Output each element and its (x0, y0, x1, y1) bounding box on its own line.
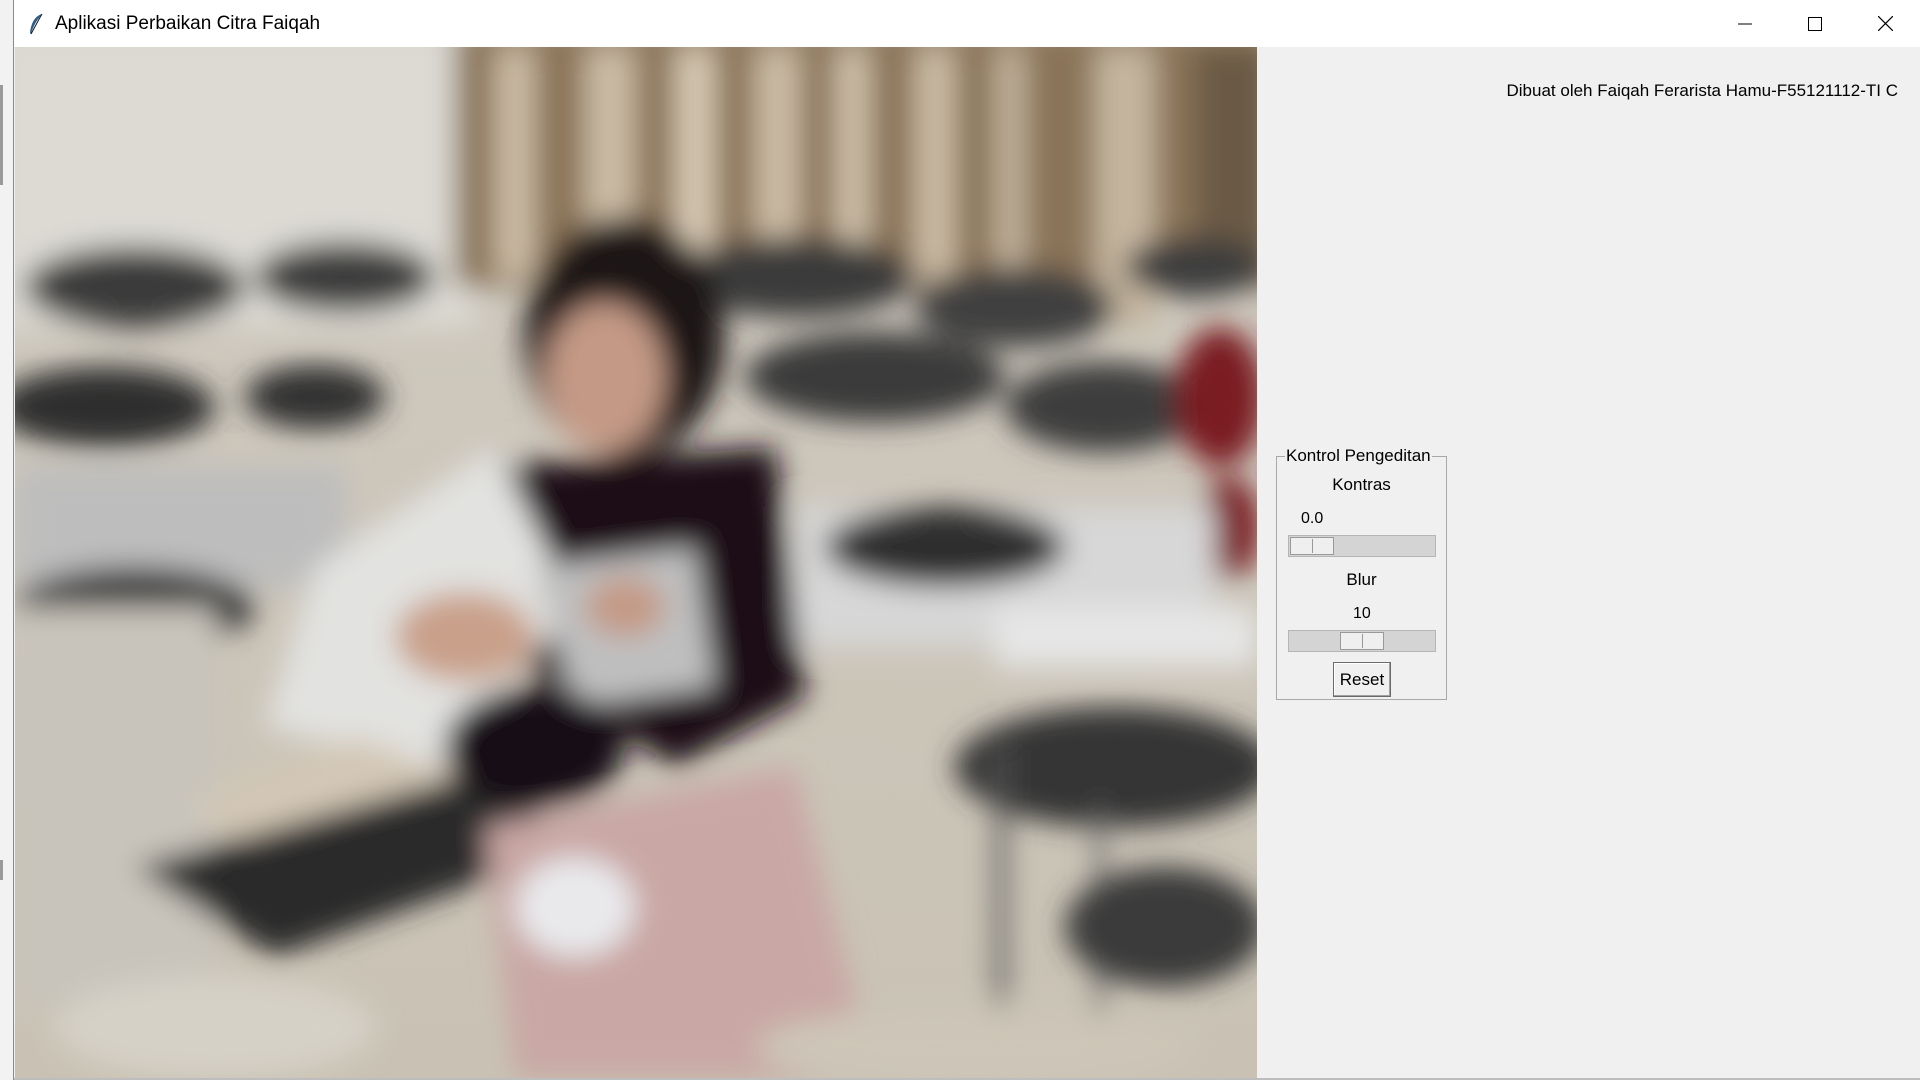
panel-legend: Kontrol Pengeditan (1285, 446, 1432, 466)
image-canvas (15, 47, 1257, 1078)
blur-slider-thumb[interactable] (1340, 632, 1384, 650)
maximize-icon (1808, 16, 1822, 31)
contrast-slider-thumb[interactable] (1290, 537, 1334, 555)
minimize-icon (1738, 23, 1752, 24)
blur-slider[interactable] (1288, 630, 1436, 652)
title-bar[interactable]: Aplikasi Perbaikan Citra Faiqah (14, 0, 1920, 47)
edit-control-panel: Kontrol Pengeditan Kontras 0.0 Blur 10 R… (1276, 446, 1447, 700)
app-window: Aplikasi Perbaikan Citra Faiqah Dibuat o… (13, 0, 1920, 1080)
credit-text: Dibuat oleh Faiqah Ferarista Hamu-F55121… (1506, 81, 1899, 100)
contrast-slider[interactable] (1288, 535, 1436, 557)
desktop-background (0, 0, 13, 1080)
blur-label: Blur (1346, 570, 1377, 589)
maximize-button[interactable] (1780, 0, 1850, 47)
close-icon (1877, 16, 1893, 31)
window-title: Aplikasi Perbaikan Citra Faiqah (55, 12, 321, 34)
blur-value: 10 (1353, 605, 1371, 622)
close-button[interactable] (1850, 0, 1920, 47)
contrast-value: 0.0 (1301, 510, 1324, 527)
contrast-label: Kontras (1332, 475, 1391, 494)
minimize-button[interactable] (1710, 0, 1780, 47)
reset-button[interactable]: Reset (1333, 662, 1391, 697)
feather-icon (30, 13, 43, 34)
blurred-photo (15, 47, 1257, 1078)
